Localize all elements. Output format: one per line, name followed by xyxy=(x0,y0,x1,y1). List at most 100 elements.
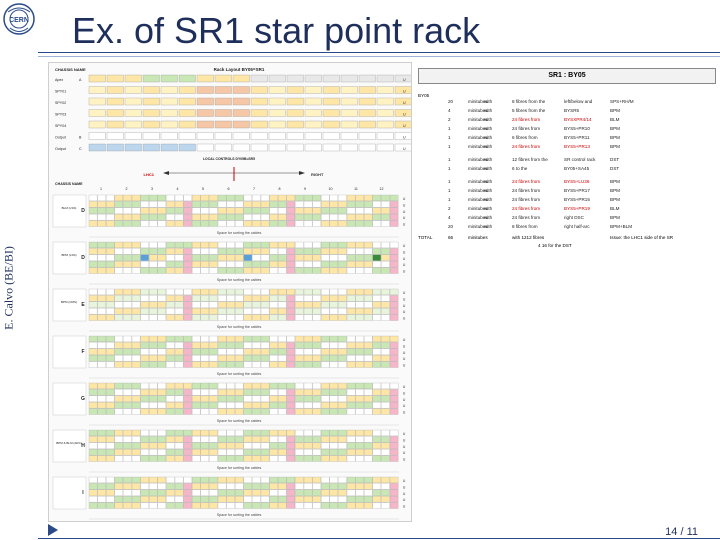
fibre-cell xyxy=(295,288,304,296)
rack-unit-label: U xyxy=(403,124,406,128)
fibre-cell xyxy=(217,483,227,490)
fibre-cell xyxy=(269,395,278,402)
fibre-cell xyxy=(364,261,373,268)
top-row-cell xyxy=(160,86,178,94)
fibre-cell xyxy=(123,248,132,255)
fibre-cell xyxy=(243,382,253,390)
fibre-cell xyxy=(174,436,184,443)
fibre-cell xyxy=(209,483,218,490)
fibre-cell xyxy=(346,436,356,443)
top-row-cell xyxy=(322,120,340,129)
legend-cell: with xyxy=(484,215,493,220)
fibre-cell xyxy=(157,194,167,202)
fibre-cell xyxy=(106,402,115,409)
fibre-cell xyxy=(243,395,253,402)
fibre-cell xyxy=(123,335,132,343)
next-slide-arrow-icon[interactable] xyxy=(48,524,58,536)
fibre-cell xyxy=(355,389,364,396)
fibre-cell xyxy=(269,254,278,261)
fibre-cell xyxy=(346,348,356,355)
fibre-cell xyxy=(217,220,227,227)
fibre-cell xyxy=(295,483,304,490)
fibre-cell xyxy=(114,389,124,396)
fibre-cell xyxy=(252,449,261,456)
fibre-cell xyxy=(303,408,313,415)
fibre-cell xyxy=(329,382,339,390)
fibre-cell xyxy=(140,348,149,355)
fibre-cell xyxy=(389,489,399,496)
chassis-name-label: CHASSIS NAME xyxy=(55,182,83,186)
fibre-cell xyxy=(312,429,321,437)
fibre-cell xyxy=(235,194,244,202)
fibre-cell xyxy=(123,254,132,261)
fibre-cell xyxy=(217,207,227,214)
fibre-cell xyxy=(209,241,218,249)
fibre-cell xyxy=(278,254,287,261)
top-row-cell xyxy=(178,86,196,94)
fibre-cell xyxy=(278,442,287,449)
fibre-cell xyxy=(269,436,278,443)
fibre-cell xyxy=(295,355,304,362)
top-row-cell xyxy=(286,109,304,117)
fibre-cell xyxy=(140,194,149,202)
rack-unit-label: U xyxy=(403,505,406,509)
fibre-cell xyxy=(209,342,218,349)
fibre-cell xyxy=(312,395,321,402)
top-row-cell xyxy=(106,143,124,152)
fibre-cell xyxy=(372,442,382,449)
fibre-cell xyxy=(174,429,184,437)
fibre-cell xyxy=(260,288,270,296)
top-row-cell xyxy=(268,86,286,94)
fibre-cell xyxy=(338,267,347,274)
fibre-cell xyxy=(226,335,235,343)
fibre-cell xyxy=(166,220,175,227)
fibre-cell xyxy=(286,201,296,208)
top-row-cell xyxy=(286,97,304,106)
fibre-cell xyxy=(88,248,98,255)
fibre-cell xyxy=(303,496,313,503)
section-letter: G xyxy=(81,396,85,402)
fibre-cell xyxy=(192,267,201,274)
fibre-cell xyxy=(217,201,227,208)
fibre-cell xyxy=(226,241,235,249)
fibre-cell xyxy=(106,241,115,249)
fibre-cell xyxy=(338,361,347,368)
legend-cell: 8 fibres from xyxy=(512,224,538,229)
fibre-cell xyxy=(114,483,124,490)
fibre-cell xyxy=(381,288,390,296)
legend-cell: with xyxy=(484,197,493,202)
fibre-cell xyxy=(295,348,304,355)
fibre-cell xyxy=(381,402,390,409)
fibre-cell xyxy=(286,248,296,255)
fibre-cell xyxy=(355,502,364,509)
column-number: 10 xyxy=(329,187,333,191)
fibre-cell xyxy=(166,241,175,249)
fibre-cell xyxy=(303,348,313,355)
legend-cell: 1 xyxy=(448,188,451,193)
fibre-cell xyxy=(114,442,124,449)
fibre-cell xyxy=(88,301,98,308)
fibre-cell xyxy=(243,248,253,255)
fibre-cell xyxy=(217,395,227,402)
fibre-cell xyxy=(389,301,399,308)
fibre-cell xyxy=(217,402,227,409)
fibre-cell xyxy=(174,355,184,362)
fibre-cell xyxy=(149,295,158,302)
top-row-cell xyxy=(214,97,232,106)
fibre-cell xyxy=(209,288,218,296)
fibre-cell xyxy=(183,455,192,462)
fibre-cell xyxy=(131,408,141,415)
fibre-cell xyxy=(286,241,296,249)
legend-title: SR1 : BY05 xyxy=(418,68,716,84)
top-row-code: C xyxy=(79,147,82,151)
fibre-cell xyxy=(260,455,270,462)
fibre-cell xyxy=(149,361,158,368)
fibre-cell xyxy=(174,194,184,202)
rack-unit-label: U xyxy=(403,364,406,368)
fibre-cell xyxy=(235,389,244,396)
fibre-cell xyxy=(243,194,253,202)
top-row-code: B xyxy=(79,136,82,140)
fibre-cell xyxy=(355,301,364,308)
fibre-cell xyxy=(286,496,296,503)
fibre-cell xyxy=(183,355,192,362)
